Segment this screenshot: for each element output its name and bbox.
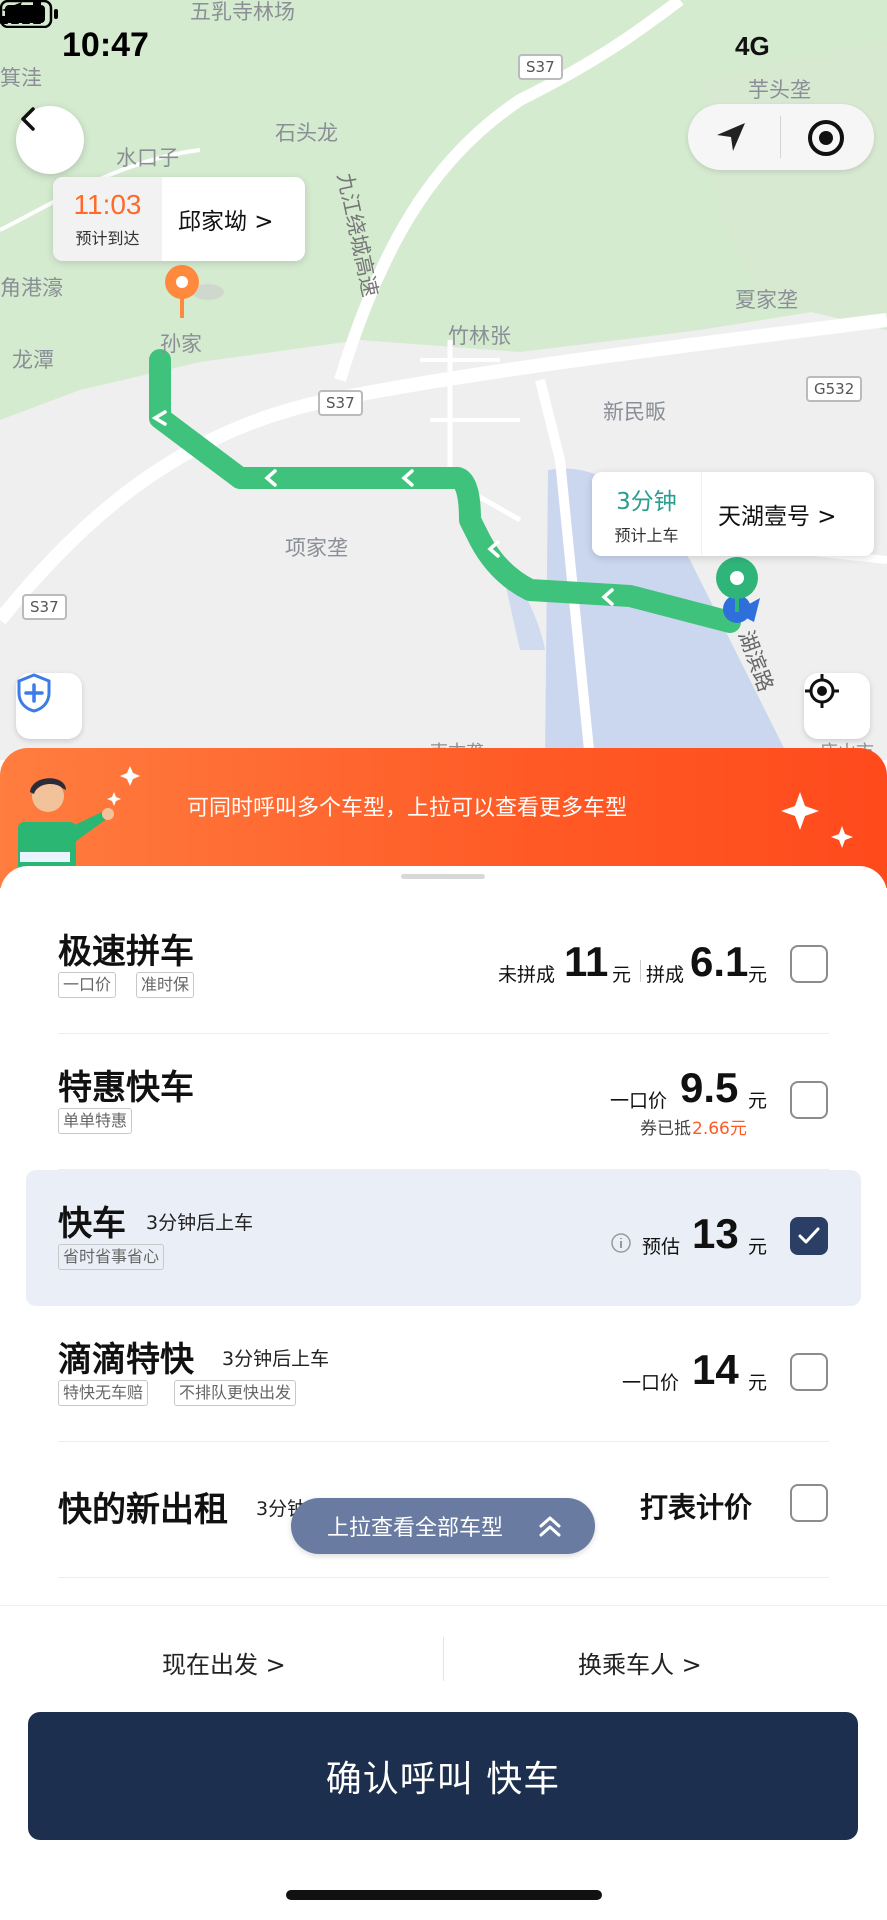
price-value: 14 — [692, 1346, 739, 1393]
ride-checkbox[interactable] — [790, 1484, 828, 1522]
price-value: 6.1 — [690, 938, 749, 985]
divider — [780, 116, 781, 158]
ride-option-premium-express[interactable]: 滴滴特快 3分钟后上车 特快无车赔 不排队更快出发 一口价 14 元 — [0, 1306, 887, 1442]
place-label: 龙潭 — [12, 348, 54, 372]
expand-all-rides-button[interactable]: 上拉查看全部车型 — [291, 1498, 595, 1554]
price-unit: 元 — [748, 964, 768, 986]
place-label: 石头龙 — [275, 121, 338, 145]
confirm-call-button[interactable]: 确认呼叫 快车 — [28, 1712, 858, 1840]
home-indicator — [286, 1890, 602, 1900]
place-label: 角港濠 — [0, 276, 63, 300]
destination-callout[interactable]: 11:03 预计到达 邱家坳 > — [53, 177, 305, 261]
ride-checkbox[interactable] — [790, 1081, 828, 1119]
price-label: 打表计价 — [640, 1491, 753, 1524]
promo-text: 可同时呼叫多个车型，上拉可以查看更多车型 — [187, 796, 628, 821]
ride-checkbox-checked[interactable] — [790, 1217, 828, 1255]
price-label: 拼成 — [646, 964, 685, 986]
place-label: 孙家 — [160, 332, 202, 356]
price-unit: 元 — [612, 964, 632, 986]
status-bar: 10:47 4G — [0, 0, 887, 96]
safety-button[interactable] — [16, 673, 82, 739]
pickup-name: 天湖壹号 > — [718, 504, 837, 530]
road-tag: G532 — [806, 376, 863, 402]
pickup-wait-time: 3分钟 — [616, 489, 677, 515]
map-tools — [688, 104, 874, 170]
place-label: 夏家垄 — [735, 288, 798, 312]
departure-time-option[interactable]: 现在出发 > — [162, 1645, 286, 1680]
recenter-button[interactable] — [806, 118, 846, 158]
info-icon[interactable] — [610, 1232, 632, 1254]
change-passenger-option[interactable]: 换乘车人 > — [578, 1645, 702, 1680]
ride-name: 特惠快车 — [58, 1068, 194, 1108]
ride-checkbox[interactable] — [790, 1353, 828, 1391]
place-label: 新民畈 — [603, 400, 666, 424]
place-label: 项家垄 — [285, 536, 348, 560]
double-chevron-up-icon — [539, 1516, 561, 1537]
sparkle-icon — [781, 792, 853, 848]
ride-tag: 不排队更快出发 — [174, 1380, 297, 1406]
eta-time: 11:03 — [73, 189, 142, 220]
ride-eta: 3分钟后上车 — [146, 1212, 254, 1234]
price-value: 13 — [692, 1210, 739, 1257]
place-label: 竹林张 — [448, 324, 511, 348]
divider — [443, 1637, 444, 1681]
navigation-arrow-icon — [717, 123, 745, 151]
price-unit: 元 — [748, 1236, 768, 1258]
ride-name: 快的新出租 — [58, 1490, 228, 1530]
map-view[interactable]: 五乳寺林场 箕洼 石头龙 水口子 芋头垄 孙家 角港濠 龙潭 竹林张 九江绕城高… — [0, 0, 887, 760]
price-label: 未拼成 — [498, 964, 556, 986]
price-unit: 元 — [748, 1090, 768, 1112]
ride-option-discount-express[interactable]: 特惠快车 单单特惠 一口价 9.5 元 券已抵 2.66元 — [0, 1034, 887, 1170]
ride-name: 滴滴特快 — [58, 1340, 194, 1380]
crosshair-icon — [805, 674, 839, 708]
ride-option-carpool[interactable]: 极速拼车 一口价 准时保 未拼成 11 元 拼成 6.1 元 — [0, 898, 887, 1034]
discount-value: 2.66元 — [692, 1119, 747, 1139]
divider — [640, 960, 641, 982]
ride-checkbox[interactable] — [790, 945, 828, 983]
ride-tag: 单单特惠 — [58, 1108, 133, 1134]
expand-label: 上拉查看全部车型 — [327, 1516, 504, 1541]
price-value: 11 — [564, 938, 609, 985]
divider — [58, 1577, 829, 1578]
ride-option-express[interactable]: 快车 3分钟后上车 省时省事省心 预估 13 元 — [0, 1170, 887, 1306]
shield-icon — [17, 673, 51, 713]
check-icon — [798, 1227, 820, 1244]
ride-name: 快车 — [58, 1204, 126, 1244]
promo-person-illustration — [18, 766, 140, 872]
pickup-wait-caption: 预计上车 — [614, 526, 679, 545]
ride-tag: 一口价 — [58, 972, 117, 998]
ride-tag: 特快无车赔 — [58, 1380, 149, 1406]
battery-icon — [0, 0, 58, 28]
network-label: 4G — [735, 31, 770, 61]
price-label: 一口价 — [622, 1372, 680, 1394]
price-unit: 元 — [748, 1372, 768, 1394]
place-label: 水口子 — [116, 146, 179, 170]
destination-name: 邱家坳 > — [178, 209, 274, 235]
pickup-callout[interactable]: 3分钟 预计上车 天湖壹号 > — [592, 472, 874, 556]
chevron-left-icon — [21, 107, 35, 131]
price-label: 一口价 — [610, 1090, 668, 1112]
eta-caption: 预计到达 — [75, 229, 140, 248]
ride-eta: 3分钟后上车 — [222, 1348, 330, 1370]
price-value: 9.5 — [680, 1064, 739, 1111]
ride-name: 极速拼车 — [58, 932, 194, 972]
discount-label: 券已抵 — [640, 1119, 691, 1139]
ride-tag: 准时保 — [136, 972, 195, 998]
ride-tag: 省时省事省心 — [58, 1244, 165, 1270]
navigation-button[interactable] — [714, 120, 754, 156]
road-tag: S37 — [318, 390, 363, 416]
locate-button[interactable] — [804, 673, 870, 739]
back-button[interactable] — [16, 106, 84, 174]
drag-handle[interactable] — [401, 874, 485, 879]
road-tag: S37 — [22, 594, 67, 620]
target-icon — [808, 120, 844, 156]
status-time: 10:47 — [62, 26, 149, 64]
price-label: 预估 — [642, 1236, 681, 1258]
